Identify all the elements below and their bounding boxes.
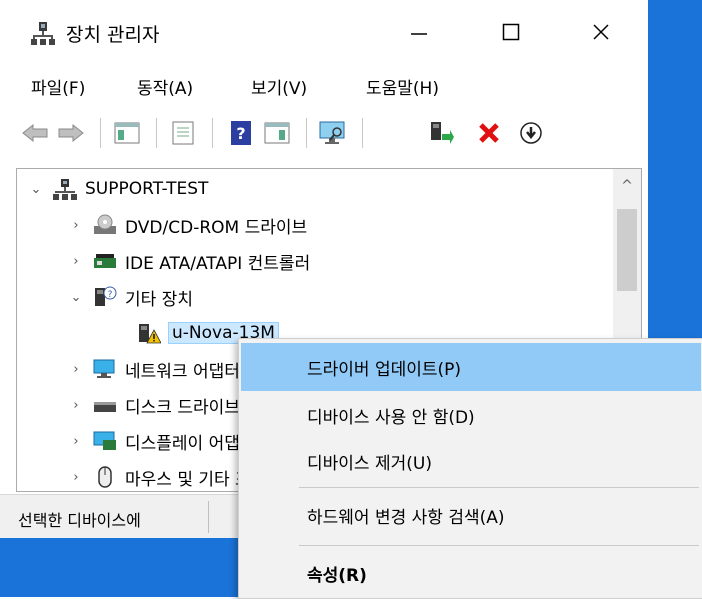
menu-bar: 파일(F) 동작(A) 보기(V) 도움말(H) [0,66,648,106]
ctx-disable-device[interactable]: 디바이스 사용 안 함(D) [241,391,701,439]
display-adapter-icon [93,430,117,452]
tree-item-ide[interactable]: › IDE ATA/ATAPI 컨트롤러 [65,243,310,279]
tree-item-label: 디스플레이 어댑터 [125,433,256,454]
status-divider [208,501,209,533]
ctx-update-driver[interactable]: 드라이버 업데이트(P) [241,343,701,391]
minimize-button[interactable] [396,12,442,52]
action-pane-icon[interactable] [262,118,292,148]
window-title: 장치 관리자 [66,24,160,46]
help-icon[interactable]: ? [226,118,256,148]
menu-action[interactable]: 동작(A) [137,74,193,99]
ctx-separator [299,487,699,488]
chevron-down-icon[interactable]: ⌄ [65,290,87,305]
context-menu: 드라이버 업데이트(P) 디바이스 사용 안 함(D) 디바이스 제거(U) 하… [238,338,702,599]
network-adapter-icon [93,358,117,380]
svg-text:?: ? [236,124,245,143]
tree-item-display[interactable]: › 디스플레이 어댑터 [65,423,256,459]
disable-device-icon[interactable] [516,118,546,148]
monitor-scan-icon[interactable] [318,118,348,148]
computer-network-icon [53,178,77,200]
scrollbar-thumb[interactable] [617,209,637,291]
chevron-right-icon[interactable]: › [65,362,87,377]
disk-drive-icon [93,394,117,416]
close-button[interactable] [578,12,624,52]
menu-file[interactable]: 파일(F) [31,74,85,99]
toolbar-separator [156,118,157,148]
tree-item-network[interactable]: › 네트워크 어댑터 [65,351,240,387]
ctx-scan-hardware[interactable]: 하드웨어 변경 사항 검색(A) [241,491,701,539]
scroll-up-icon[interactable]: ^ [613,169,641,203]
ctx-uninstall-device[interactable]: 디바이스 제거(U) [241,437,701,485]
chevron-right-icon[interactable]: › [65,254,87,269]
chevron-right-icon[interactable]: › [65,434,87,449]
ctx-item-label: 드라이버 업데이트(P) [307,359,462,380]
menu-help[interactable]: 도움말(H) [366,74,439,99]
tree-item-disk[interactable]: › 디스크 드라이브 [65,387,240,423]
show-hide-console-tree-icon[interactable] [112,118,142,148]
toolbar-separator [362,118,363,148]
back-arrow-icon[interactable] [20,118,50,148]
ctx-properties[interactable]: 속성(R) [241,549,701,597]
ctx-item-label: 속성(R) [307,565,367,586]
maximize-button[interactable] [488,12,534,52]
toolbar-separator [306,118,307,148]
mouse-icon [93,466,117,488]
toolbar-separator [100,118,101,148]
chevron-right-icon[interactable]: › [65,470,87,485]
warning-device-icon [137,322,162,344]
status-text: 선택한 디바이스에 [18,511,141,530]
uninstall-x-icon[interactable] [474,118,504,148]
ctx-item-label: 디바이스 제거(U) [307,453,432,474]
menu-view[interactable]: 보기(V) [251,74,307,99]
dvd-drive-icon [93,214,117,236]
update-driver-icon[interactable] [426,118,456,148]
tree-item-other-devices[interactable]: ⌄ ? 기타 장치 [65,279,193,315]
tree-root-label: SUPPORT-TEST [85,179,209,199]
tree-item-label: 기타 장치 [125,289,193,310]
forward-arrow-icon[interactable] [56,118,86,148]
tree-item-label: 디스크 드라이브 [125,397,240,418]
tree-root[interactable]: ⌄ SUPPORT-TEST [25,171,208,207]
unknown-device-icon: ? [93,286,117,308]
tree-item-label: 네트워크 어댑터 [125,361,240,382]
ctx-separator [299,545,699,546]
chevron-right-icon[interactable]: › [65,218,87,233]
ctx-item-label: 하드웨어 변경 사항 검색(A) [307,507,505,528]
properties-icon[interactable] [168,118,198,148]
toolbar: ? [0,108,648,156]
chevron-right-icon[interactable]: › [65,398,87,413]
ide-controller-icon [93,250,117,272]
title-bar: 장치 관리자 [0,0,648,62]
tree-item-label: IDE ATA/ATAPI 컨트롤러 [125,253,311,274]
svg-text:?: ? [108,290,113,300]
tree-item-dvd[interactable]: › DVD/CD-ROM 드라이브 [65,207,307,243]
tree-item-label: DVD/CD-ROM 드라이브 [125,217,308,238]
toolbar-separator [212,118,213,148]
chevron-down-icon[interactable]: ⌄ [25,182,47,197]
device-manager-icon [30,20,56,46]
ctx-item-label: 디바이스 사용 안 함(D) [307,407,475,428]
